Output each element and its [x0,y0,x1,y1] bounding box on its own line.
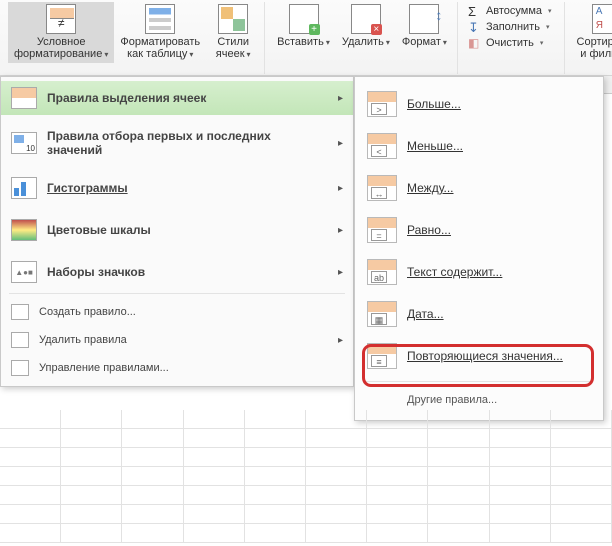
cell-styles-button[interactable]: Стили ячеек [206,2,260,63]
icon-sets-label: Наборы значков [47,265,328,279]
highlight-cells-icon [11,87,37,109]
erase-icon [468,36,482,50]
sort-filter-button[interactable]: Сортировка и фильтр [571,2,612,63]
conditional-formatting-icon [46,4,76,34]
icon-sets-item[interactable]: Наборы значков ▸ [1,255,353,289]
insert-button[interactable]: Вставить [271,2,336,51]
color-scales-icon [11,219,37,241]
format-as-table-button[interactable]: Форматировать как таблицу [114,2,206,63]
clear-rules-icon [11,332,29,348]
new-rule-icon [11,304,29,320]
new-rule-label: Создать правило... [39,306,343,318]
less-than-item[interactable]: < Меньше... [355,125,603,167]
text-contains-item[interactable]: ab Текст содержит... [355,251,603,293]
sort-group: Сортировка и фильтр Н [567,2,612,74]
format-as-table-label: Форматировать как таблицу [120,36,200,61]
styles-group: Условное форматирование Форматировать ка… [4,2,265,74]
autosum-button[interactable]: Автосумма [464,4,556,18]
chevron-right-icon: ▸ [338,93,343,104]
conditional-formatting-label: Условное форматирование [14,36,108,61]
date-icon: ▦ [367,301,397,327]
more-rules-label: Другие правила... [367,394,497,406]
fill-button[interactable]: Заполнить [464,20,556,34]
new-rule-item[interactable]: Создать правило... [1,298,353,326]
equal-to-icon: = [367,217,397,243]
sort-icon [592,4,612,34]
conditional-formatting-menu: Правила выделения ячеек ▸ Правила отбора… [0,76,354,387]
between-icon: ↔ [367,175,397,201]
data-bars-item[interactable]: Гистограммы ▸ [1,171,353,205]
format-icon [409,4,439,34]
cells-group: Вставить Удалить Формат [267,2,458,74]
text-contains-label: Текст содержит... [407,265,502,279]
autosum-label: Автосумма [486,5,542,17]
format-as-table-icon [145,4,175,34]
color-scales-label: Цветовые шкалы [47,223,328,237]
worksheet-cells[interactable] [0,410,612,546]
greater-than-label: Больше... [407,97,461,111]
highlight-cells-submenu: > Больше... < Меньше... ↔ Между... = Рав… [354,76,604,421]
format-label: Формат [402,36,447,49]
highlight-cells-label: Правила выделения ячеек [47,91,328,105]
delete-button[interactable]: Удалить [336,2,396,51]
manage-rules-label: Управление правилами... [39,362,343,374]
date-label: Дата... [407,307,444,321]
manage-rules-item[interactable]: Управление правилами... [1,354,353,382]
less-than-icon: < [367,133,397,159]
cell-styles-label: Стили ячеек [216,36,251,61]
a-date-item[interactable]: ▦ Дата... [355,293,603,335]
clear-label: Очистить [486,37,534,49]
menu-separator [365,381,593,382]
insert-label: Вставить [277,36,330,49]
clear-button[interactable]: Очистить [464,36,556,50]
color-scales-item[interactable]: Цветовые шкалы ▸ [1,213,353,247]
chevron-right-icon: ▸ [338,183,343,194]
conditional-formatting-button[interactable]: Условное форматирование [8,2,114,63]
duplicate-icon: ≡ [367,343,397,369]
chevron-right-icon: ▸ [338,138,343,149]
greater-than-icon: > [367,91,397,117]
delete-label: Удалить [342,36,390,49]
sigma-icon [468,4,482,18]
less-than-label: Меньше... [407,139,463,153]
duplicate-values-item[interactable]: ≡ Повторяющиеся значения... [355,335,603,377]
clear-rules-label: Удалить правила [39,334,328,346]
format-button[interactable]: Формат [396,2,453,51]
data-bars-label: Гистограммы [47,181,328,195]
top-bottom-icon [11,132,37,154]
greater-than-item[interactable]: > Больше... [355,83,603,125]
data-bars-icon [11,177,37,199]
chevron-right-icon: ▸ [338,225,343,236]
chevron-right-icon: ▸ [338,267,343,278]
top-bottom-label: Правила отбора первых и последних значен… [47,129,328,157]
sort-filter-label: Сортировка и фильтр [577,36,612,61]
equal-to-item[interactable]: = Равно... [355,209,603,251]
fill-label: Заполнить [486,21,540,33]
manage-rules-icon [11,360,29,376]
top-bottom-rules-item[interactable]: Правила отбора первых и последних значен… [1,123,353,163]
clear-rules-item[interactable]: Удалить правила ▸ [1,326,353,354]
icon-sets-icon [11,261,37,283]
equal-to-label: Равно... [407,223,451,237]
delete-icon [351,4,381,34]
between-item[interactable]: ↔ Между... [355,167,603,209]
fill-icon [468,20,482,34]
editing-group: Автосумма Заполнить Очистить [460,2,565,74]
highlight-cells-rules-item[interactable]: Правила выделения ячеек ▸ [1,81,353,115]
chevron-right-icon: ▸ [338,335,343,346]
editing-stack: Автосумма Заполнить Очистить [464,2,556,50]
duplicate-label: Повторяющиеся значения... [407,349,563,363]
ribbon: Условное форматирование Форматировать ка… [0,0,612,76]
cell-styles-icon [218,4,248,34]
insert-icon [289,4,319,34]
between-label: Между... [407,181,454,195]
menu-separator [9,293,345,294]
text-contains-icon: ab [367,259,397,285]
